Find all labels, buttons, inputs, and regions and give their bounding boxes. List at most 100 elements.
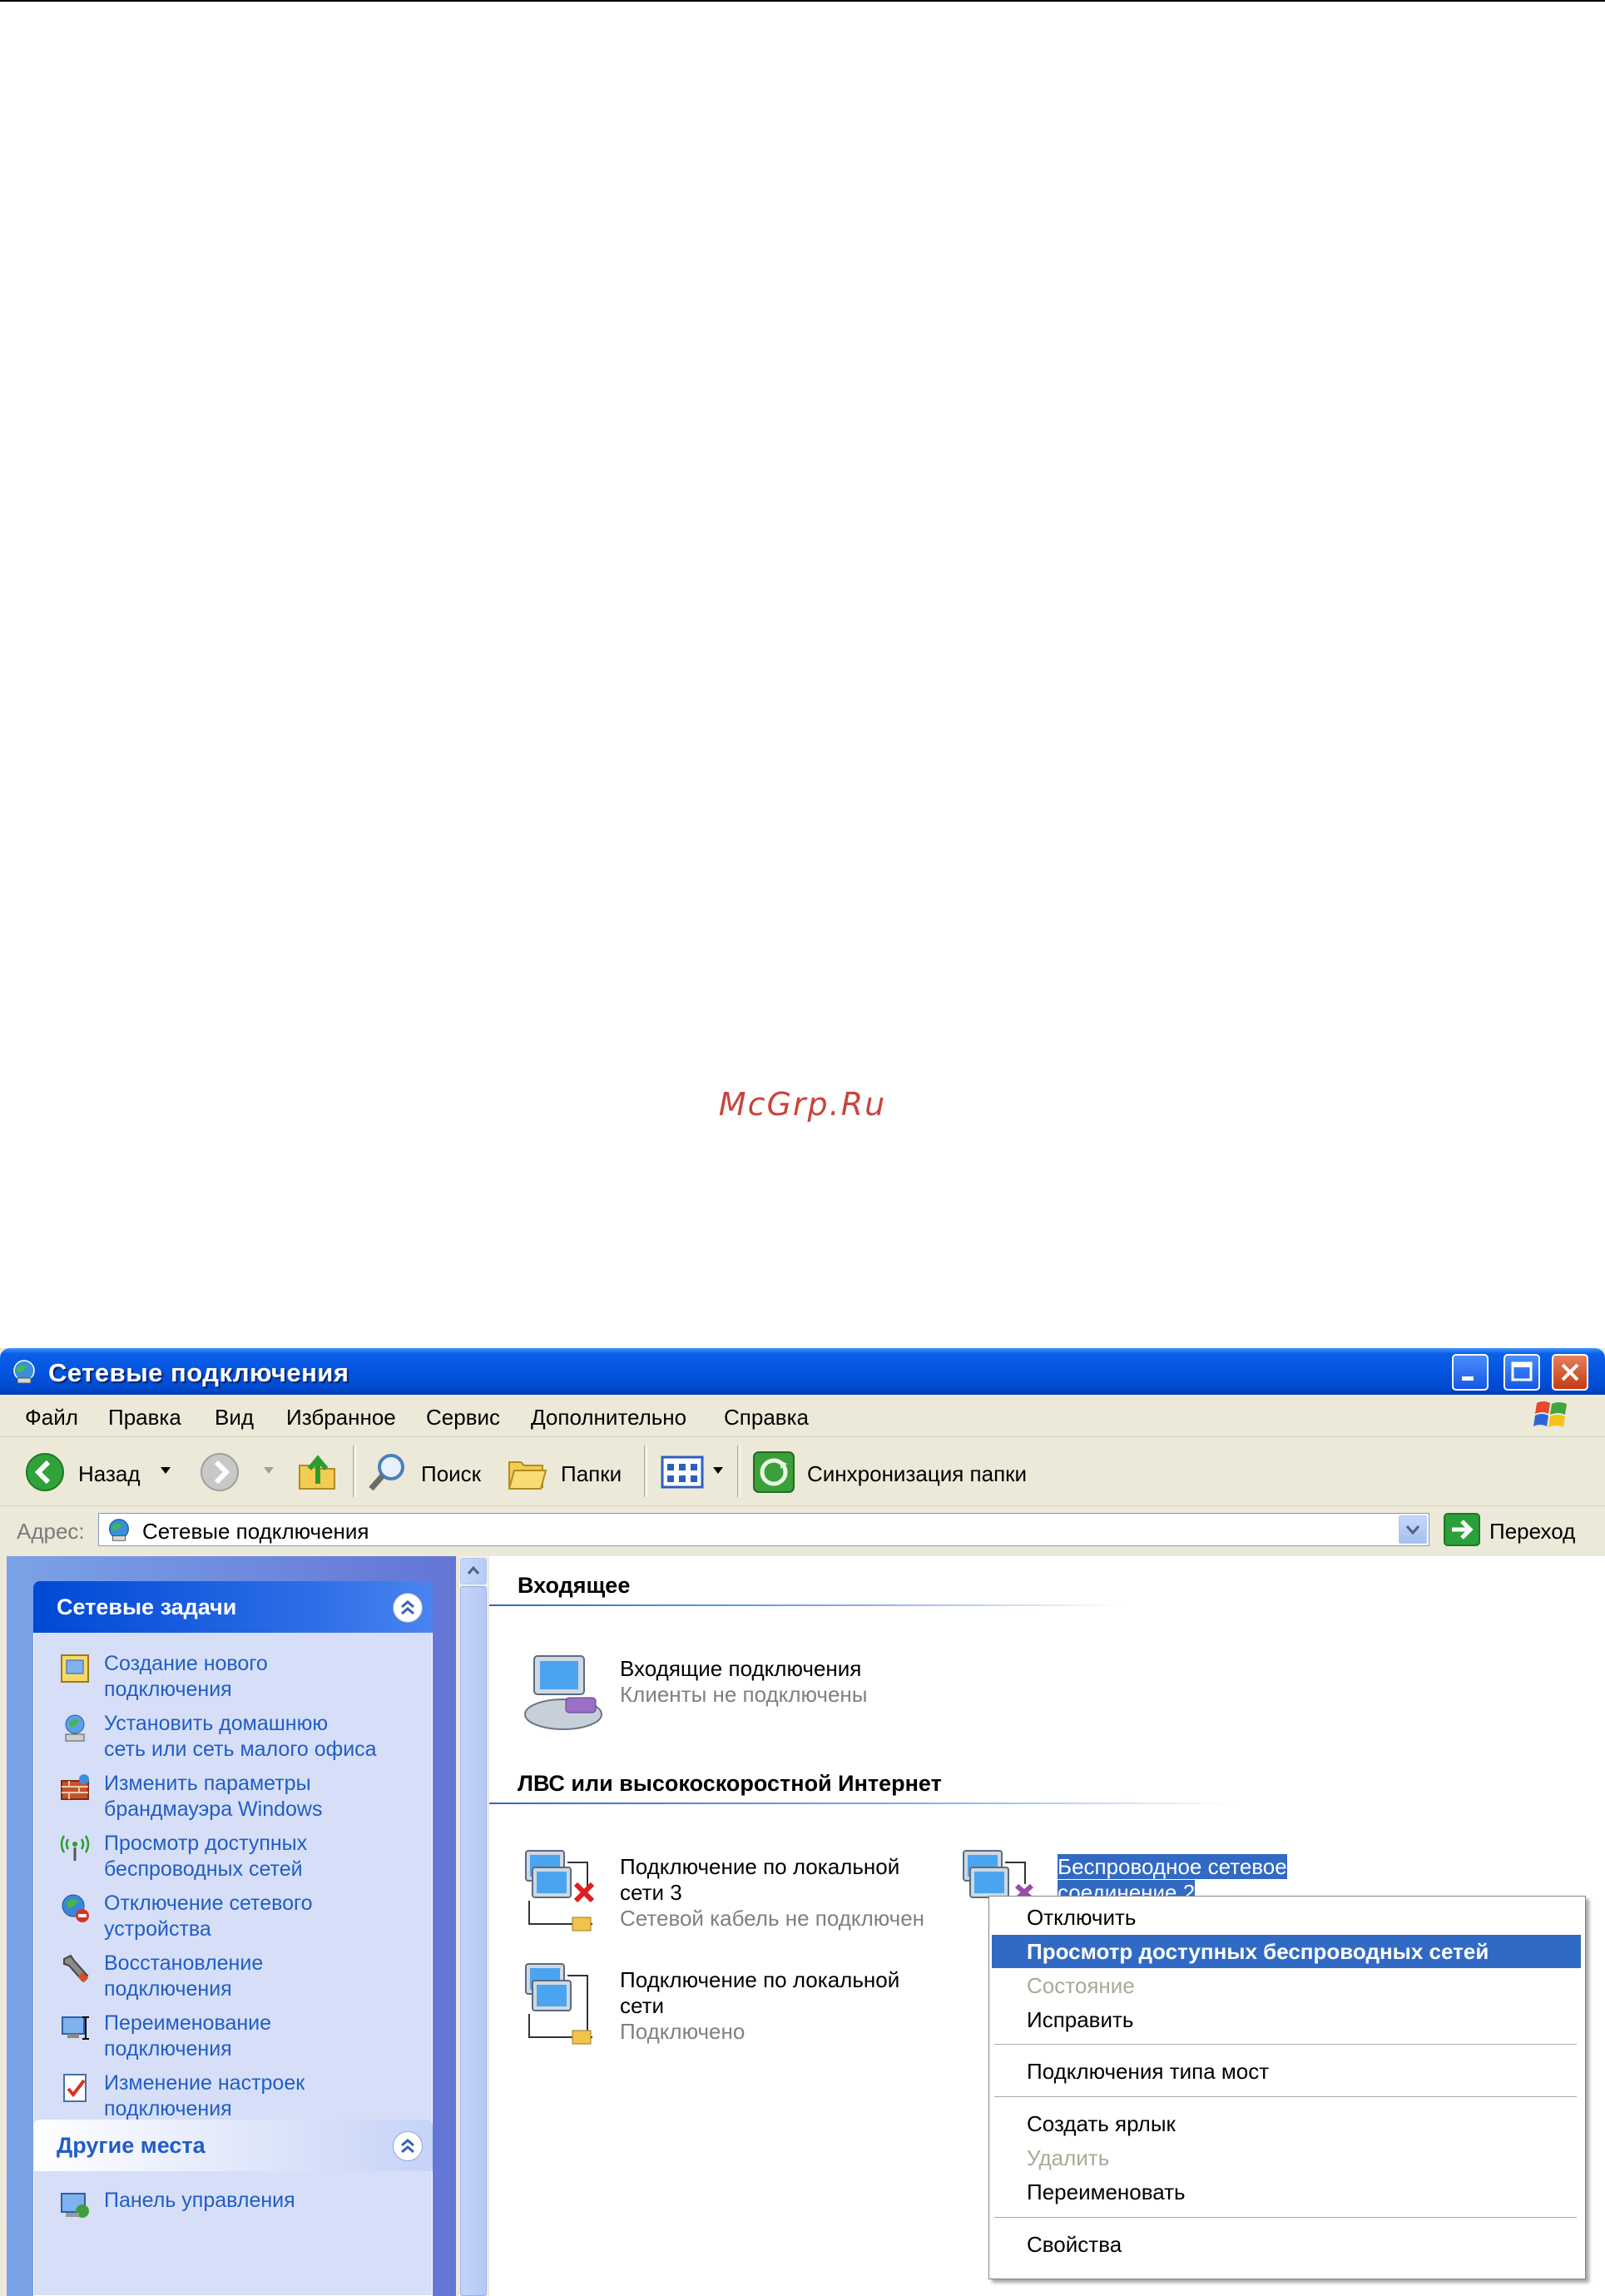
windows-flag-icon (1533, 1401, 1567, 1427)
scroll-up-button[interactable] (460, 1558, 487, 1584)
forward-button[interactable] (196, 1449, 280, 1494)
toolbar-separator (644, 1446, 647, 1497)
views-button[interactable] (657, 1449, 732, 1494)
menu-item-bridge[interactable]: Подключения типа мост (992, 2055, 1581, 2088)
menu-item-label: Состояние (1027, 1973, 1135, 1998)
menu-favorites[interactable]: Избранное (286, 1405, 396, 1431)
network-tasks-header[interactable]: Сетевые задачи (33, 1581, 433, 1633)
other-places-title: Другие места (57, 2133, 206, 2158)
connection-status: Сетевой кабель не подключен (620, 1906, 925, 1931)
address-dropdown-button[interactable] (1399, 1515, 1427, 1544)
menu-edit[interactable]: Правка (108, 1405, 181, 1431)
other-places-header[interactable]: Другие места (33, 2120, 433, 2171)
chevron-down-icon (713, 1467, 723, 1474)
menu-item-label: Свойства (1027, 2232, 1122, 2257)
address-label: Адрес: (17, 1519, 85, 1544)
menu-help[interactable]: Справка (724, 1405, 809, 1431)
search-button[interactable]: Поиск (363, 1449, 488, 1494)
menu-item-label: Исправить (1027, 2007, 1134, 2032)
menu-item-repair[interactable]: Исправить (992, 2003, 1581, 2036)
lan-connection-3-item[interactable]: Подключение по локальной сети 3 Сетевой … (518, 1846, 950, 1946)
menu-item-label: Просмотр доступных беспроводных сетей (1027, 1939, 1489, 1964)
incoming-connections-item[interactable]: Входящие подключения Клиенты не подключе… (518, 1648, 950, 1739)
menu-separator (994, 2217, 1577, 2218)
address-value: Сетевые подключения (142, 1519, 369, 1544)
menu-tools[interactable]: Сервис (426, 1405, 500, 1431)
task-label: Просмотр доступных беспроводных сетей (104, 1832, 308, 1881)
home-network-icon (65, 1714, 85, 1742)
sync-folder-button[interactable]: Синхронизация папки (749, 1449, 1048, 1494)
menu-item-create-shortcut[interactable]: Создать ярлык (992, 2107, 1581, 2140)
menu-item-label: Удалить (1027, 2145, 1110, 2170)
go-arrow-icon[interactable] (1444, 1513, 1480, 1546)
title-bar[interactable]: Сетевые подключения (0, 1348, 1605, 1395)
chevron-down-icon (264, 1467, 274, 1474)
menu-item-label: Подключения типа мост (1027, 2059, 1270, 2084)
menu-view[interactable]: Вид (215, 1405, 254, 1431)
address-bar: Адрес: Сетевые подключения Переход (0, 1506, 1605, 1555)
lan-connection-item[interactable]: Подключение по локальной сети Подключено (518, 1959, 950, 2059)
network-tasks-title: Сетевые задачи (57, 1594, 237, 1619)
folders-button[interactable]: Папки (503, 1449, 636, 1494)
task-label: Панель управления (104, 2189, 295, 2212)
menu-item-properties[interactable]: Свойства (992, 2228, 1581, 2261)
maximize-icon (1511, 1361, 1533, 1381)
menu-advanced[interactable]: Дополнительно (531, 1405, 686, 1431)
toolbar-separator (737, 1446, 741, 1497)
back-arrow-icon (26, 1453, 64, 1491)
folder-up-icon (299, 1455, 335, 1490)
task-label: Восстановление подключения (104, 1951, 264, 2001)
lan-connected-icon (525, 1963, 592, 2045)
task-label: Изменение настроек подключения (104, 2071, 305, 2120)
up-folder-button[interactable] (293, 1449, 343, 1494)
collapse-button[interactable] (393, 2131, 423, 2161)
collapse-button[interactable] (393, 1593, 423, 1623)
connection-name: Входящие подключения (620, 1656, 862, 1681)
task-pane: Сетевые задачи Создание нового подключен… (7, 1556, 456, 2296)
rename-icon (62, 2016, 89, 2040)
menu-item-label: Переименовать (1027, 2179, 1186, 2204)
maximize-button[interactable] (1503, 1354, 1540, 1391)
menu-file[interactable]: Файл (25, 1405, 78, 1431)
scroll-thumb[interactable] (460, 1586, 487, 2296)
folders-icon (508, 1461, 547, 1490)
forward-arrow-icon (201, 1453, 239, 1491)
menu-item-disconnect[interactable]: Отключить (992, 1901, 1581, 1934)
close-icon (1561, 1363, 1579, 1381)
menu-bar: Файл Правка Вид Избранное Сервис Дополни… (0, 1395, 1605, 1437)
menu-item-label: Создать ярлык (1027, 2111, 1176, 2136)
watermark-text: McGrp.Ru (718, 1086, 887, 1123)
firewall-icon (61, 1774, 89, 1800)
chevron-up-icon (467, 1565, 480, 1574)
search-icon (369, 1454, 404, 1491)
minimize-button[interactable] (1452, 1354, 1489, 1391)
task-label: Установить домашнюю сеть или сеть малого… (104, 1712, 377, 1761)
network-globe-icon (13, 1360, 35, 1384)
chevron-down-icon (1405, 1525, 1420, 1535)
incoming-group-header: Входящее (518, 1573, 631, 1598)
menu-separator (994, 2044, 1577, 2045)
connection-status: Подключено (620, 2019, 746, 2044)
go-button-label[interactable]: Переход (1489, 1519, 1575, 1545)
task-label: Переименование подключения (104, 2011, 272, 2060)
repair-icon (63, 1954, 89, 1983)
connection-name: Подключение по локальной сети (620, 1967, 900, 2018)
settings-icon (63, 2074, 87, 2102)
connection-status: Клиенты не подключены (620, 1682, 868, 1707)
incoming-group-line (489, 1604, 1122, 1606)
menu-item-rename[interactable]: Переименовать (992, 2175, 1581, 2209)
wireless-icon (60, 1835, 90, 1861)
views-grid-icon (661, 1455, 704, 1489)
toolbar: Назад Поиск Папки Синхронизация папки (0, 1437, 1605, 1506)
chevron-down-icon (161, 1467, 171, 1474)
menu-item-view-wireless[interactable]: Просмотр доступных беспроводных сетей (992, 1935, 1581, 1968)
back-button[interactable]: Назад (22, 1449, 180, 1494)
close-button[interactable] (1552, 1354, 1588, 1391)
menu-separator (994, 2096, 1577, 2097)
lan-group-header: ЛВС или высокоскоростной Интернет (518, 1771, 942, 1796)
vertical-scrollbar[interactable] (459, 1556, 488, 2296)
sync-icon (753, 1451, 795, 1493)
new-connection-icon (61, 1654, 89, 1683)
chevron-up-icon (401, 1600, 414, 1615)
address-input[interactable]: Сетевые подключения (98, 1513, 1429, 1546)
